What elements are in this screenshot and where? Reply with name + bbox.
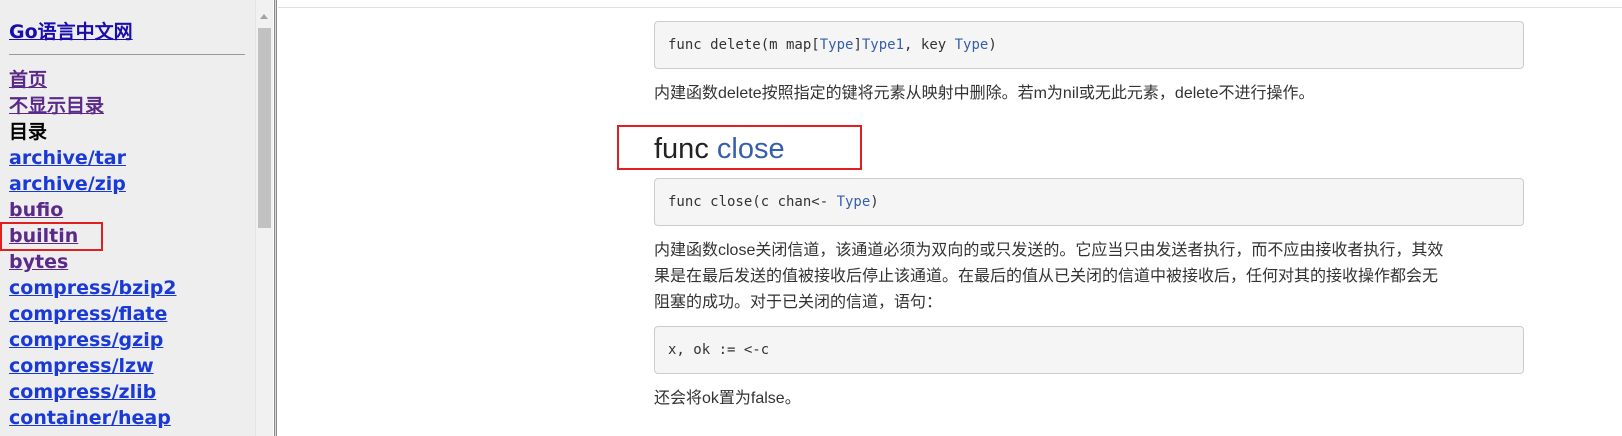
delete-description: 内建函数delete按照指定的键将元素从映射中删除。若m为nil或无此元素，de…: [654, 85, 1315, 102]
close-description-line: 果是在最后发送的值被接收后停止该通道。在最后的值从已关闭的信道中被接收后，任何对…: [654, 268, 1439, 285]
package-link-compress-bzip2[interactable]: compress/bzip2: [9, 275, 245, 301]
package-link-compress-flate[interactable]: compress/flate: [9, 301, 245, 327]
code-text: func delete(m map[: [668, 37, 820, 53]
package-link-archive-zip[interactable]: archive/zip: [9, 171, 245, 197]
sidebar-separator: [9, 54, 245, 55]
delete-signature-code: func delete(m map[Type]Type1, key Type): [654, 21, 1524, 69]
close-description-line: 阻塞的成功。对于已关闭的信道，语句：: [654, 294, 943, 311]
code-text: func close(c chan<-: [668, 194, 837, 210]
receive-example-code: x, ok := <-c: [654, 326, 1524, 374]
func-close-highlight-box: [617, 125, 862, 170]
package-link-container-heap[interactable]: container/heap: [9, 405, 245, 431]
type1-link[interactable]: Type1: [862, 37, 904, 53]
builtin-highlight-box: [0, 222, 103, 251]
package-link-bufio[interactable]: bufio: [9, 197, 245, 223]
close-signature-code: func close(c chan<- Type): [654, 178, 1524, 226]
type-link[interactable]: Type: [955, 37, 989, 53]
package-link-bytes[interactable]: bytes: [9, 249, 245, 275]
type-link[interactable]: Type: [820, 37, 854, 53]
close-description-line: 内建函数close关闭信道，该通道必须为双向的或只发送的。它应当只由发送者执行，…: [654, 242, 1444, 259]
site-title-link[interactable]: Go语言中文网: [9, 19, 245, 45]
code-text: ]: [853, 37, 862, 53]
top-rule: [278, 7, 1622, 8]
package-link-compress-lzw[interactable]: compress/lzw: [9, 353, 245, 379]
code-text: ): [870, 194, 879, 210]
sidebar-scrollbar[interactable]: [255, 0, 273, 436]
package-link-compress-zlib[interactable]: compress/zlib: [9, 379, 245, 405]
package-link-archive-tar[interactable]: archive/tar: [9, 145, 245, 171]
code-text: , key: [904, 37, 955, 53]
type-link[interactable]: Type: [837, 194, 871, 210]
nav-hide-toc-link[interactable]: 不显示目录: [9, 93, 245, 119]
package-link-compress-gzip[interactable]: compress/gzip: [9, 327, 245, 353]
scroll-up-arrow-icon[interactable]: [260, 14, 268, 19]
nav-home-link[interactable]: 首页: [9, 67, 245, 93]
frame-divider[interactable]: [274, 0, 277, 436]
scrollbar-thumb[interactable]: [258, 28, 271, 228]
code-text: ): [988, 37, 997, 53]
close-description: 内建函数close关闭信道，该通道必须为双向的或只发送的。它应当只由发送者执行，…: [654, 238, 1514, 316]
sidebar: Go语言中文网 首页 不显示目录 目录 archive/tar archive/…: [0, 0, 262, 436]
toc-heading: 目录: [9, 121, 48, 143]
after-example-text: 还会将ok置为false。: [654, 390, 801, 407]
